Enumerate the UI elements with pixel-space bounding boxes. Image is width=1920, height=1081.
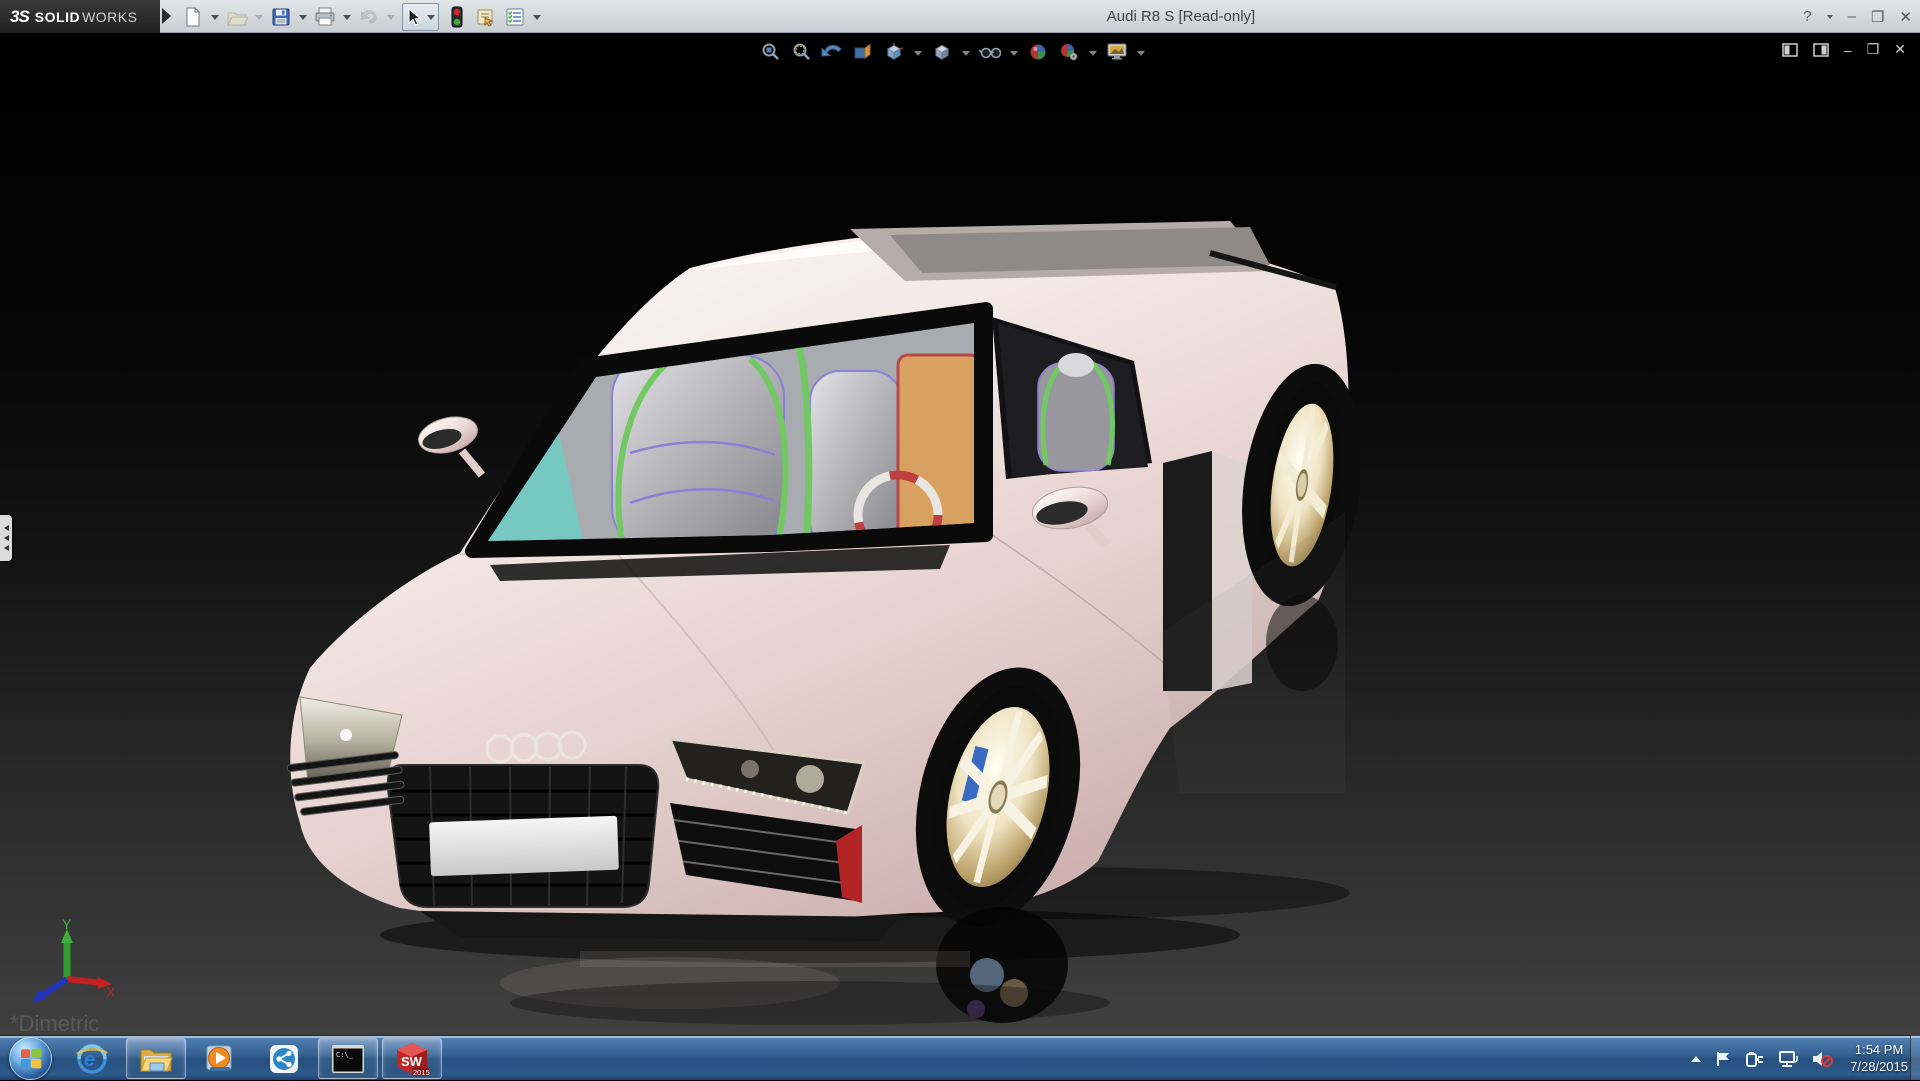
open-icon[interactable] [226,6,248,28]
menu-flyout-arrow[interactable] [162,8,171,24]
document-restore-icon[interactable]: ❐ [1867,41,1880,58]
media-player-icon [204,1043,236,1075]
taskbar-media-player[interactable] [190,1038,250,1079]
close-icon[interactable]: ✕ [1899,8,1912,26]
taskbar-solidworks[interactable]: SW 2015 [382,1038,442,1079]
hide-show-items-icon[interactable] [979,41,1001,63]
window-controls: ? – ❐ ✕ [1803,0,1912,33]
show-hidden-icons-button[interactable] [1691,1056,1701,1062]
action-center-flag-icon[interactable] [1714,1050,1732,1068]
select-cursor-icon [406,8,422,26]
file-properties-icon[interactable] [475,6,497,28]
display-style-dropdown[interactable] [962,51,970,56]
start-button[interactable] [9,1037,52,1080]
tray-time: 1:54 PM [1850,1042,1908,1059]
new-document-icon[interactable] [182,6,204,28]
3ds-logo-icon: 3S [10,7,29,27]
solidworks-2015-icon: SW 2015 [394,1041,430,1077]
internet-explorer-icon: e [75,1042,109,1076]
brand-name-light: WORKS [82,9,137,25]
print-dropdown-arrow[interactable] [343,15,351,20]
open-dropdown-arrow[interactable] [255,15,263,20]
hide-show-items-dropdown[interactable] [1010,51,1018,56]
taskbar-command-prompt[interactable]: C:\_ [318,1038,378,1079]
view-settings-icon[interactable] [1106,41,1128,63]
windshield [472,309,986,583]
apply-scene-icon[interactable] [1058,41,1080,63]
view-orientation-dropdown[interactable] [914,51,922,56]
edit-appearance-icon[interactable] [1027,41,1049,63]
options-icon[interactable] [504,6,526,28]
select-tool-button[interactable] [402,3,439,31]
graphics-viewport[interactable]: – ❐ ✕ [0,33,1920,1035]
save-dropdown-arrow[interactable] [299,15,307,20]
collapse-right-pane-icon[interactable] [1813,43,1829,57]
taskbar: e [0,1035,1920,1080]
document-window-controls: – ❐ ✕ [1782,41,1906,58]
power-plug-icon[interactable] [1745,1050,1765,1068]
license-plate [429,816,619,877]
view-settings-dropdown[interactable] [1137,51,1145,56]
document-minimize-icon[interactable]: – [1844,42,1852,58]
restore-icon[interactable]: ❐ [1871,8,1884,26]
window-title: Audi R8 S [Read-only] [1107,8,1255,25]
help-icon[interactable]: ? [1803,8,1811,25]
document-close-icon[interactable]: ✕ [1894,41,1906,58]
apply-scene-dropdown[interactable] [1089,51,1097,56]
left-mirror [415,411,482,475]
collapse-left-pane-icon[interactable] [1782,43,1798,57]
section-view-icon[interactable] [852,41,874,63]
triad-x-label: X [106,984,114,1000]
view-orientation-icon[interactable] [883,41,905,63]
options-dropdown-arrow[interactable] [533,15,541,20]
taskbar-apps: e [62,1036,442,1081]
zoom-to-area-icon[interactable] [790,41,812,63]
windows-logo-icon [20,1048,41,1069]
volume-muted-icon[interactable] [1811,1050,1833,1068]
svg-text:e: e [84,1049,95,1071]
network-icon[interactable] [1778,1050,1798,1068]
command-prompt-icon: C:\_ [331,1044,365,1074]
brand-name-bold: SOLID [35,9,80,25]
reference-triad: Y X [22,917,114,1009]
zoom-to-fit-icon[interactable] [759,41,781,63]
share-app-icon [268,1043,300,1075]
solidworks-logo: 3S SOLID WORKS [0,0,160,33]
view-orientation-label: *Dimetric [10,1011,99,1035]
driver-seat [612,355,784,550]
save-icon[interactable] [270,6,292,28]
traffic-light-icon[interactable] [446,6,468,28]
minimize-icon[interactable]: – [1848,8,1856,25]
featuremanager-flyout-tab[interactable] [0,515,12,561]
previous-view-icon[interactable] [821,41,843,63]
headsup-view-toolbar [759,41,1145,63]
car-model-audi-r8[interactable] [250,213,1360,1035]
undo-icon[interactable] [358,6,380,28]
svg-text:C:\_: C:\_ [336,1051,354,1059]
title-bar: 3S SOLID WORKS [0,0,1920,33]
undo-dropdown-arrow[interactable] [387,15,395,20]
svg-text:SW: SW [401,1054,423,1069]
taskbar-internet-explorer[interactable]: e [62,1038,122,1079]
help-dropdown-arrow[interactable] [1827,15,1833,19]
main-toolbar [182,0,541,33]
print-icon[interactable] [314,6,336,28]
system-tray: 1:54 PM 7/28/2015 [1691,1036,1908,1081]
new-dropdown-arrow[interactable] [211,15,219,20]
show-desktop-button[interactable] [1910,1035,1920,1080]
tray-date: 7/28/2015 [1850,1059,1908,1076]
svg-text:2015: 2015 [413,1068,430,1077]
select-dropdown-arrow[interactable] [427,15,435,20]
taskbar-file-explorer[interactable] [126,1038,186,1079]
display-style-icon[interactable] [931,41,953,63]
clock[interactable]: 1:54 PM 7/28/2015 [1850,1042,1908,1076]
taskbar-share-app[interactable] [254,1038,314,1079]
file-explorer-icon [139,1044,173,1074]
